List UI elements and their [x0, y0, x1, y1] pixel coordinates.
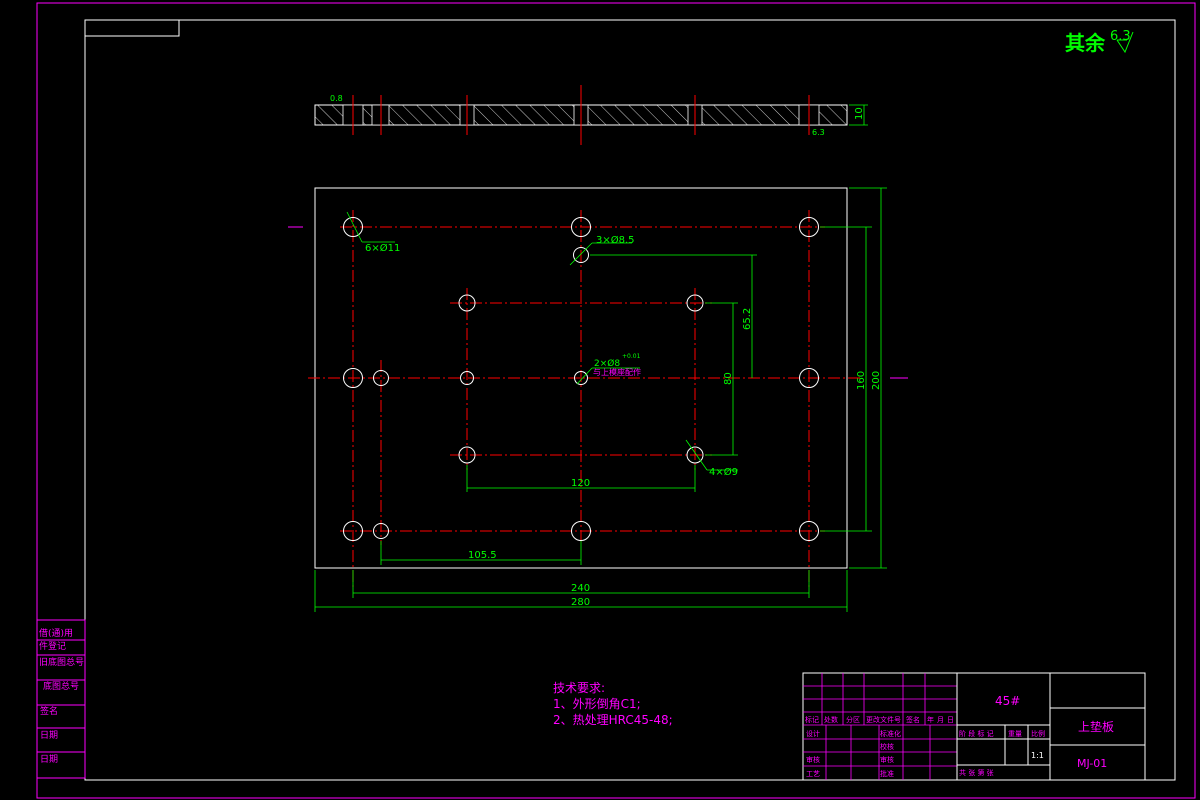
- tb-sheet-label: 共 张 第 张: [959, 768, 994, 777]
- tb-material: 45#: [995, 694, 1020, 708]
- tb-role: 校核: [880, 742, 894, 751]
- tb-scale: 1:1: [1031, 751, 1044, 760]
- dim-80: 80: [723, 372, 734, 385]
- center-lines: [308, 210, 860, 590]
- tech-requirements: 技术要求: 1、外形倒角C1; 2、热处理HRC45-48;: [553, 681, 673, 727]
- side-left-note: 0.8: [330, 94, 343, 103]
- dim-240: 240: [571, 583, 590, 594]
- roughness-label: 其余: [1065, 31, 1106, 55]
- left-strip-label: 借(通)用: [39, 627, 73, 639]
- side-section-view: 10 0.8 6.3: [314, 85, 868, 145]
- dim-hole-2-tol: +0.01: [622, 353, 641, 360]
- tb-stage-label: 阶 段 标 记: [959, 729, 994, 738]
- tb-drawing-no: MJ-01: [1077, 757, 1107, 770]
- dimension-labels: 6×Ø11 3×Ø8.5 2×Ø8 +0.01 与上模座配作 4×Ø9 65.2…: [365, 234, 882, 608]
- dim-160: 160: [856, 371, 867, 390]
- dim-65-2: 65.2: [742, 308, 753, 330]
- tb-role: 标准化: [880, 729, 901, 738]
- dim-hole-4: 4×Ø9: [709, 466, 738, 478]
- drawing-frame: [84, 19, 1176, 781]
- tb-header: 分区: [846, 715, 860, 724]
- roughness-value: 6.3: [1110, 29, 1131, 44]
- dim-280: 280: [571, 597, 590, 608]
- tb-role: 审核: [806, 755, 820, 764]
- tb-role: 工艺: [806, 770, 820, 778]
- title-block: 标记 处数 分区 更改文件号 签名 年 月 日 设计 标准化 校核 审核 审核 …: [802, 672, 1146, 781]
- left-strip-label: 日期: [40, 754, 58, 765]
- left-strip: 借(通)用 件登记 旧底图总号 底图总号 签名 日期 日期: [36, 619, 86, 779]
- left-strip-label: 日期: [40, 730, 58, 741]
- cad-drawing: 其余 6.3 10 0.8 6.3 6×Ø11 3×Ø8.5 2×Ø8 +0.0…: [36, 2, 1196, 799]
- left-strip-label: 件登记: [39, 640, 66, 652]
- tb-header: 日: [947, 716, 954, 724]
- tech-req-line2: 2、热处理HRC45-48;: [553, 713, 673, 727]
- tb-stage-label: 重量: [1008, 730, 1022, 738]
- tb-role: 批准: [880, 769, 894, 778]
- left-strip-label: 旧底图总号: [39, 656, 84, 668]
- tb-header: 更改文件号: [866, 715, 901, 724]
- roughness-note: 其余 6.3: [1065, 29, 1134, 55]
- tb-header: 年: [927, 715, 934, 724]
- thickness-dim: 10: [854, 107, 865, 120]
- tb-header: 处数: [824, 715, 838, 724]
- dim-200: 200: [871, 371, 882, 390]
- tb-role: 审核: [880, 755, 894, 764]
- dim-hole-2-note: 与上模座配作: [593, 367, 641, 377]
- left-strip-label: 底图总号: [43, 680, 79, 692]
- tb-role: 设计: [806, 729, 820, 738]
- tb-header: 标记: [805, 715, 819, 724]
- tb-stage-label: 比例: [1031, 729, 1045, 738]
- dim-120: 120: [571, 478, 590, 489]
- corner-box: [84, 19, 180, 37]
- tech-req-title: 技术要求:: [553, 681, 605, 695]
- tech-req-line1: 1、外形倒角C1;: [553, 697, 641, 711]
- tb-part-name: 上垫板: [1078, 719, 1114, 734]
- tb-header: 签名: [906, 715, 920, 724]
- side-right-note: 6.3: [812, 128, 825, 137]
- dim-hole-6: 6×Ø11: [365, 242, 400, 254]
- dim-105-5: 105.5: [468, 550, 497, 561]
- dim-hole-3: 3×Ø8.5: [596, 234, 635, 246]
- dimension-lines: [314, 187, 887, 612]
- left-strip-label: 签名: [40, 705, 58, 717]
- tb-header: 月: [937, 716, 944, 724]
